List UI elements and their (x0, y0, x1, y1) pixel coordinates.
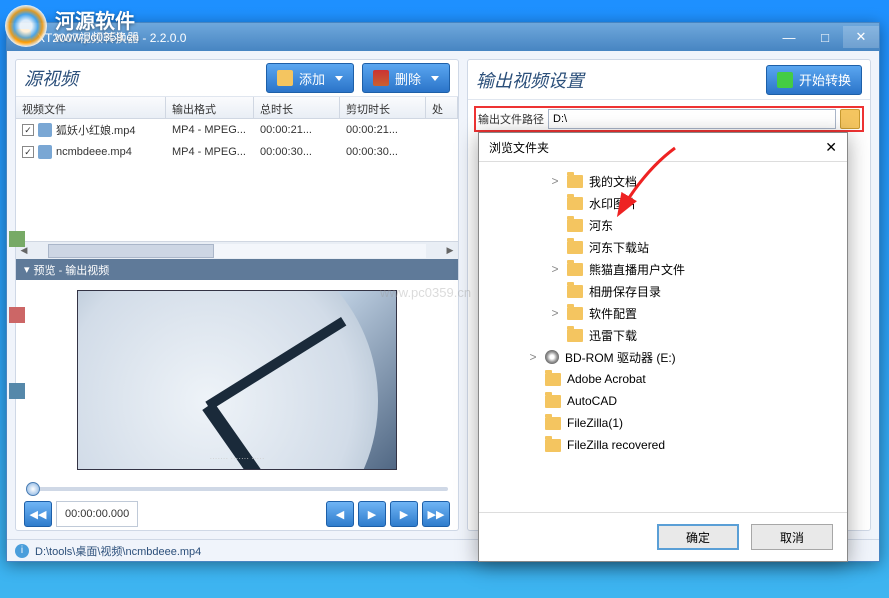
app-icon (15, 29, 31, 45)
tree-node[interactable]: Adobe Acrobat (479, 368, 843, 390)
prev-frame-button[interactable]: ◀ (326, 501, 354, 527)
table-header: 视频文件 输出格式 总时长 剪切时长 处 (16, 97, 458, 119)
preview-area: ······· ······· ····· (16, 280, 458, 480)
folder-icon (567, 285, 583, 298)
add-button[interactable]: 添加 (266, 63, 354, 93)
file-icon (38, 123, 52, 137)
next-frame-button[interactable]: ▶ (390, 501, 418, 527)
status-path: D:\tools\桌面\视频\ncmbdeee.mp4 (35, 543, 201, 559)
tree-node[interactable]: 水印图片 (479, 192, 843, 214)
delete-button[interactable]: 删除 (362, 63, 450, 93)
folder-icon (567, 219, 583, 232)
tree-node[interactable]: FileZilla(1) (479, 412, 843, 434)
convert-icon (777, 72, 793, 88)
video-preview[interactable]: ······· ······· ····· (77, 290, 397, 470)
file-icon (38, 145, 52, 159)
tree-node[interactable]: >熊猫直播用户文件 (479, 258, 843, 280)
table-row[interactable]: ✓ncmbdeee.mp4MP4 - MPEG...00:00:30...00:… (16, 141, 458, 163)
source-panel: 源视频 添加 删除 视频文件 输出格式 总时长 剪切时 (15, 59, 459, 531)
dialog-title: 浏览文件夹 (489, 139, 549, 156)
ok-button[interactable]: 确定 (657, 524, 739, 550)
start-convert-button[interactable]: 开始转换 (766, 65, 862, 95)
close-button[interactable]: ✕ (843, 26, 879, 48)
output-path-label: 输出文件路径 (478, 111, 544, 127)
output-path-row: 输出文件路径 (474, 106, 864, 132)
tree-node[interactable]: 河东 (479, 214, 843, 236)
folder-icon (545, 417, 561, 430)
seek-slider[interactable] (16, 480, 458, 499)
forward-button[interactable]: ▶▶ (422, 501, 450, 527)
expand-icon[interactable]: > (549, 174, 561, 188)
checkbox[interactable]: ✓ (22, 146, 34, 158)
cancel-button[interactable]: 取消 (751, 524, 833, 550)
folder-icon (567, 175, 583, 188)
table-row[interactable]: ✓狐妖小红娘.mp4MP4 - MPEG...00:00:21...00:00:… (16, 119, 458, 141)
folder-icon (545, 373, 561, 386)
minimize-button[interactable]: — (771, 26, 807, 48)
folder-icon (567, 263, 583, 276)
folder-icon (567, 307, 583, 320)
browse-folder-dialog: 浏览文件夹 ✕ >我的文档水印图片河东河东下载站>熊猫直播用户文件相册保存目录>… (478, 132, 848, 562)
tree-node[interactable]: FileZilla recovered (479, 434, 843, 456)
chevron-down-icon (431, 76, 439, 81)
tree-node[interactable]: 河东下载站 (479, 236, 843, 258)
titlebar: XT2007视频转换器 - 2.2.0.0 — □ ✕ (7, 23, 879, 51)
horizontal-scrollbar[interactable]: ◀▶ (16, 241, 458, 259)
maximize-button[interactable]: □ (807, 26, 843, 48)
tree-node[interactable]: AutoCAD (479, 390, 843, 412)
play-button[interactable]: ▶ (358, 501, 386, 527)
expand-icon[interactable]: > (527, 350, 539, 364)
tab-icon[interactable] (9, 307, 25, 323)
playback-controls: ◀◀ 00:00:00.000 ◀ ▶ ▶ ▶▶ (16, 498, 458, 530)
output-title: 输出视频设置 (476, 67, 584, 93)
broom-icon (373, 70, 389, 86)
folder-icon (567, 197, 583, 210)
file-table: 视频文件 输出格式 总时长 剪切时长 处 ✓狐妖小红娘.mp4MP4 - MPE… (16, 97, 458, 259)
folder-add-icon (277, 70, 293, 86)
info-icon: i (15, 544, 29, 558)
tree-node[interactable]: >我的文档 (479, 170, 843, 192)
output-path-input[interactable] (548, 109, 836, 129)
preview-header[interactable]: ▾ 预览 - 输出视频 (16, 259, 458, 279)
close-icon[interactable]: ✕ (825, 139, 837, 156)
timecode-display: 00:00:00.000 (56, 501, 138, 527)
tree-node[interactable]: >BD-ROM 驱动器 (E:) (479, 346, 843, 368)
tree-node[interactable]: 相册保存目录 (479, 280, 843, 302)
browse-folder-icon[interactable] (840, 109, 860, 129)
tree-node[interactable]: 迅雷下载 (479, 324, 843, 346)
disc-icon (545, 350, 559, 364)
source-title: 源视频 (24, 65, 78, 91)
folder-icon (545, 439, 561, 452)
tab-icon[interactable] (9, 231, 25, 247)
tab-icon[interactable] (9, 383, 25, 399)
folder-icon (567, 329, 583, 342)
expand-icon[interactable]: > (549, 262, 561, 276)
chevron-down-icon (335, 76, 343, 81)
checkbox[interactable]: ✓ (22, 124, 34, 136)
folder-icon (567, 241, 583, 254)
window-title: XT2007视频转换器 - 2.2.0.0 (37, 29, 186, 46)
expand-icon[interactable]: > (549, 306, 561, 320)
folder-icon (545, 395, 561, 408)
tree-node[interactable]: >软件配置 (479, 302, 843, 324)
folder-tree[interactable]: >我的文档水印图片河东河东下载站>熊猫直播用户文件相册保存目录>软件配置迅雷下载… (479, 161, 847, 513)
side-tabs (7, 223, 25, 459)
rewind-button[interactable]: ◀◀ (24, 501, 52, 527)
